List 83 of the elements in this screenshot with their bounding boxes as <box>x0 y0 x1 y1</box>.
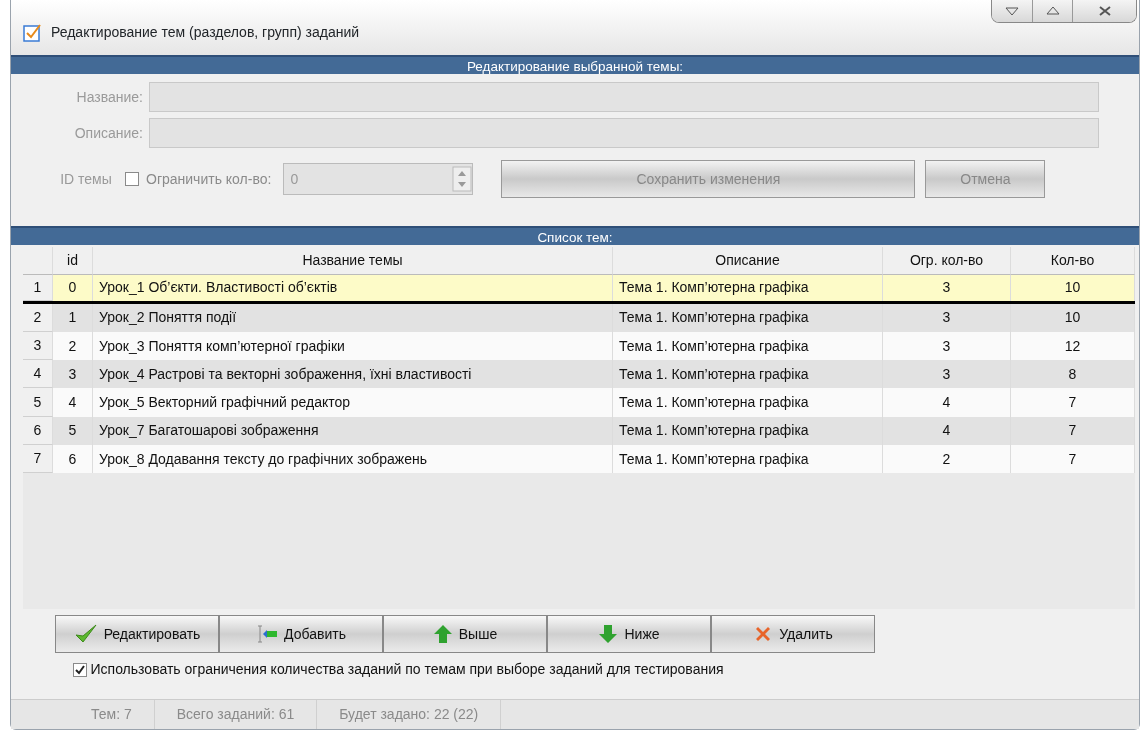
toolbar-button[interactable]: Выше <box>383 615 547 653</box>
column-header[interactable]: Огр. кол-во <box>883 247 1011 276</box>
table-cell: 10 <box>1011 303 1135 332</box>
check-icon <box>74 663 86 676</box>
table-cell: Урок_8 Додавання тексту до графічних зображень <box>93 445 613 474</box>
table-cell: 3 <box>53 360 93 389</box>
table-cell: 3 <box>883 303 1011 332</box>
table-cell: 3 <box>883 331 1011 361</box>
toolbar-button[interactable]: Редактировать <box>55 615 219 653</box>
close-button[interactable] <box>1072 0 1136 22</box>
row-number: 4 <box>23 360 53 389</box>
down-arrow-icon <box>598 624 619 644</box>
table-cell: Урок_3 Поняття комп’ютерної графіки <box>93 331 613 361</box>
table-row[interactable]: 1 0 Урок_1 Об’єкти. Властивості об’єктів Тема 1. Комп’ютерна графіка 3 10 <box>23 275 1135 304</box>
table-cell: 4 <box>53 388 93 417</box>
table-cell: 6 <box>53 445 93 474</box>
spin-arrows-icon <box>452 166 473 192</box>
table-cell: 0 <box>53 275 93 301</box>
status-text: Тем: 7 <box>69 700 155 729</box>
row-number: 7 <box>23 445 53 474</box>
down-triangle-icon <box>1005 6 1019 16</box>
table-cell: Тема 1. Комп’ютерна графіка <box>613 360 883 389</box>
table-cell: Тема 1. Комп’ютерна графіка <box>613 416 883 446</box>
column-header[interactable]: Кол-во <box>1011 247 1135 276</box>
table-cell: Урок_2 Поняття події <box>93 303 613 332</box>
status-text: Будет задано: 22 (22) <box>317 700 502 729</box>
table-cell: Тема 1. Комп’ютерна графіка <box>613 303 883 332</box>
table-cell: Тема 1. Комп’ютерна графіка <box>613 275 883 301</box>
section-header: Редактирование выбранной темы: <box>11 55 1139 74</box>
table-row[interactable]: 3 2 Урок_3 Поняття комп’ютерної графіки Тема 1. Комп’ютерна графіка 3 12 <box>23 331 1135 361</box>
row-number: 1 <box>23 275 53 301</box>
use-limits-checkbox[interactable]: Использовать ограничения количества заданий по темам при выборе заданий для тестирования <box>73 659 724 680</box>
corner-cell <box>23 247 53 276</box>
minimize-button[interactable] <box>992 0 1032 22</box>
status-text: Всего заданий: 61 <box>154 700 318 729</box>
table-row[interactable]: 2 1 Урок_2 Поняття події Тема 1. Комп’ютерна графіка 3 10 <box>23 303 1135 332</box>
check-icon <box>73 623 98 645</box>
table-cell: 1 <box>53 303 93 332</box>
table-cell: Тема 1. Комп’ютерна графіка <box>613 331 883 361</box>
column-header[interactable]: Название темы <box>93 247 613 276</box>
column-header[interactable]: Описание <box>613 247 883 276</box>
table-row[interactable]: 7 6 Урок_8 Додавання тексту до графічних зображень Тема 1. Комп’ютерна графіка 2 7 <box>23 445 1135 474</box>
table-cell: Урок_4 Растрові та векторні зображення, їхні властивості <box>93 360 613 389</box>
row-number: 2 <box>23 303 53 332</box>
table-cell: 7 <box>1011 388 1135 417</box>
window-icon <box>23 22 43 44</box>
up-triangle-icon <box>1045 6 1060 16</box>
table-cell: 2 <box>53 331 93 361</box>
toolbar-button[interactable]: Добавить <box>219 615 383 653</box>
field-label: Описание: <box>73 123 143 143</box>
column-header[interactable]: id <box>53 247 93 276</box>
table-cell: Урок_7 Багатошарові зображення <box>93 416 613 446</box>
table-cell: 5 <box>53 416 93 446</box>
table-cell: 2 <box>883 445 1011 474</box>
section-header: Список тем: <box>11 226 1139 245</box>
window-title: Редактирование тем (разделов, групп) заданий <box>51 23 360 42</box>
toolbar-button[interactable]: Удалить <box>711 615 875 653</box>
table-row[interactable]: 4 3 Урок_4 Растрові та векторні зображення, їхні властивості Тема 1. Комп’ютерна графіка 3 8 <box>23 360 1135 389</box>
table-cell: 4 <box>883 416 1011 446</box>
row-number: 3 <box>23 331 53 361</box>
table-cell: 8 <box>1011 360 1135 389</box>
row-number: 5 <box>23 388 53 417</box>
maximize-button[interactable] <box>1032 0 1072 22</box>
field-label: Название: <box>75 87 143 107</box>
table-row[interactable]: 6 5 Урок_7 Багатошарові зображення Тема 1. Комп’ютерна графіка 4 7 <box>23 416 1135 446</box>
up-arrow-icon <box>432 624 453 644</box>
table-cell: Урок_1 Об’єкти. Властивості об’єктів <box>93 275 613 301</box>
table-cell: Тема 1. Комп’ютерна графіка <box>613 445 883 474</box>
toolbar-button[interactable]: Ниже <box>547 615 711 653</box>
table-cell: 4 <box>883 388 1011 417</box>
table-cell: 7 <box>1011 416 1135 446</box>
table-cell: 3 <box>883 360 1011 389</box>
table-cell: 12 <box>1011 331 1135 361</box>
table-cell: 10 <box>1011 275 1135 301</box>
row-number: 6 <box>23 416 53 446</box>
close-icon <box>1097 5 1112 17</box>
field-label: ID темы <box>59 169 113 189</box>
table-cell: 7 <box>1011 445 1135 474</box>
table-row[interactable]: 5 4 Урок_5 Векторний графічний редактор Тема 1. Комп’ютерна графіка 4 7 <box>23 388 1135 417</box>
table-cell: 3 <box>883 275 1011 301</box>
table-cell: Тема 1. Комп’ютерна графіка <box>613 388 883 417</box>
table-cell: Урок_5 Векторний графічний редактор <box>93 388 613 417</box>
add-icon <box>256 624 279 644</box>
